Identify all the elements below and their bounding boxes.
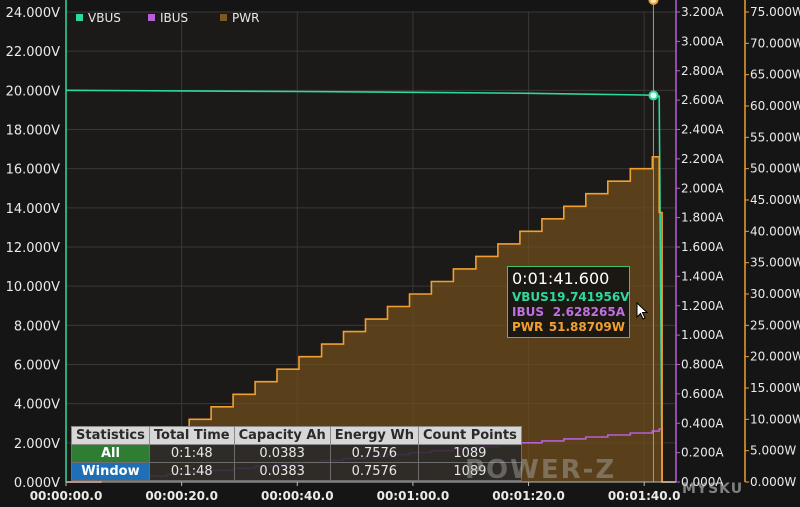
y-tick-label-pwr: 45.000W (750, 193, 800, 207)
tooltip-label: VBUS (512, 290, 549, 304)
statistics-header-row: Statistics Total Time Capacity Ah Energy… (71, 426, 522, 445)
stats-row-window-button[interactable]: Window (71, 462, 150, 481)
y-tick-label-ibus: 0.800A (681, 358, 724, 372)
y-tick-label-left: 14.000V (6, 202, 60, 217)
y-tick-label-left: 12.000V (6, 241, 60, 256)
x-tick-label: 00:00:40.0 (261, 489, 334, 503)
y-tick-label-pwr: 65.000W (750, 68, 800, 82)
tooltip-value: 2.628265A (552, 305, 625, 319)
tooltip-time: 0:01:41.600 (512, 269, 610, 288)
y-tick-label-pwr: 70.000W (750, 36, 800, 50)
y-tick-label-left: 2.000V (14, 437, 60, 452)
y-tick-label-pwr: 20.000W (750, 350, 800, 364)
y-tick-label-left: 6.000V (14, 359, 60, 374)
y-tick-label-ibus: 1.400A (681, 269, 724, 283)
y-tick-label-pwr: 10.000W (750, 412, 800, 426)
tooltip-row-pwr: PWR 51.88709W (512, 320, 625, 335)
y-tick-label-pwr: 0.000W (750, 475, 796, 489)
y-tick-label-ibus: 1.600A (681, 240, 724, 254)
stats-cell: 0.0383 (233, 444, 331, 463)
tooltip-row-vbus: VBUS 19.741956V (512, 290, 629, 305)
y-tick-label-pwr: 35.000W (750, 256, 800, 270)
y-tick-label-ibus: 2.000A (681, 181, 724, 195)
x-tick-label: 00:01:20.0 (492, 489, 565, 503)
tooltip-label: IBUS (512, 305, 544, 319)
header-count-points: Count Points (417, 426, 522, 445)
y-tick-label-pwr: 30.000W (750, 287, 800, 301)
stats-cell: 0.7576 (329, 462, 419, 481)
header-statistics: Statistics (71, 426, 150, 445)
stats-cell: 0:1:48 (148, 462, 235, 481)
table-row: All 0:1:48 0.0383 0.7576 1089 (71, 444, 522, 463)
header-capacity: Capacity Ah (233, 426, 331, 445)
table-row: Window 0:1:48 0.0383 0.7576 1089 (71, 462, 522, 481)
y-tick-label-pwr: 55.000W (750, 130, 800, 144)
y-tick-label-pwr: 25.000W (750, 318, 800, 332)
cursor-tooltip: 0:01:41.600 VBUS 19.741956V IBUS 2.62826… (507, 266, 630, 338)
y-tick-label-pwr: 75.000W (750, 5, 800, 19)
y-tick-label-pwr: 50.000W (750, 162, 800, 176)
y-tick-label-left: 4.000V (14, 398, 60, 413)
y-tick-label-ibus: 3.200A (681, 5, 724, 19)
y-tick-label-ibus: 1.200A (681, 299, 724, 313)
y-tick-label-ibus: 2.600A (681, 93, 724, 107)
y-tick-label-left: 8.000V (14, 319, 60, 334)
y-tick-label-ibus: 2.400A (681, 123, 724, 137)
y-tick-label-left: 18.000V (6, 124, 60, 139)
power-z-logo: POWER-Z (465, 455, 617, 485)
legend-swatch-pwr (220, 14, 227, 21)
stats-row-all-button[interactable]: All (71, 444, 150, 463)
y-tick-label-pwr: 40.000W (750, 224, 800, 238)
legend-label-ibus: IBUS (160, 11, 188, 25)
cursor-marker-vbus (648, 90, 659, 101)
y-tick-label-ibus: 3.000A (681, 34, 724, 48)
legend-swatch-ibus (148, 14, 155, 21)
y-tick-label-left: 22.000V (6, 45, 60, 60)
y-tick-label-left: 20.000V (6, 84, 60, 99)
legend-swatch-vbus (76, 14, 83, 21)
y-tick-label-pwr: 60.000W (750, 99, 800, 113)
y-tick-label-ibus: 0.400A (681, 416, 724, 430)
stats-cell: 0.0383 (233, 462, 331, 481)
tooltip-value: 19.741956V (548, 290, 630, 304)
stats-cell: 0:1:48 (148, 444, 235, 463)
legend-label-vbus: VBUS (88, 11, 121, 25)
y-tick-label-ibus: 1.000A (681, 328, 724, 342)
y-tick-label-pwr: 15.000W (750, 381, 800, 395)
y-tick-label-ibus: 2.200A (681, 152, 724, 166)
y-tick-label-pwr: 5.000W (750, 444, 796, 458)
mysku-watermark: MYSKU (682, 481, 744, 497)
cursor-marker-pwr (648, 0, 659, 5)
header-energy: Energy Wh (329, 426, 419, 445)
y-tick-label-left: 16.000V (6, 163, 60, 178)
header-total-time: Total Time (148, 426, 235, 445)
y-tick-label-left: 24.000V (6, 6, 60, 21)
x-tick-label: 00:01:00.0 (377, 489, 450, 503)
tooltip-label: PWR (512, 320, 544, 334)
stats-cell: 0.7576 (329, 444, 419, 463)
y-tick-label-ibus: 0.200A (681, 446, 724, 460)
legend-label-pwr: PWR (232, 11, 259, 25)
y-tick-label-ibus: 2.800A (681, 64, 724, 78)
y-tick-label-ibus: 0.600A (681, 387, 724, 401)
tooltip-row-ibus: IBUS 2.628265A (512, 305, 625, 320)
x-tick-label: 00:00:00.0 (30, 489, 103, 503)
statistics-table: Statistics Total Time Capacity Ah Energy… (71, 426, 522, 481)
tooltip-value: 51.88709W (548, 320, 625, 334)
y-tick-label-ibus: 1.800A (681, 211, 724, 225)
y-tick-label-left: 10.000V (6, 280, 60, 295)
mouse-cursor-icon (636, 302, 649, 320)
x-tick-label: 00:00:20.0 (145, 489, 218, 503)
x-tick-label: 00:01:40.0 (608, 489, 681, 503)
